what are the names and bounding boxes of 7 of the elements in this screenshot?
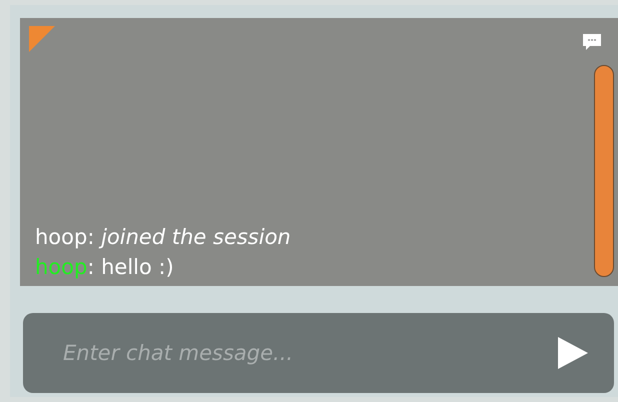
corner-icon: [29, 26, 55, 52]
chat-input-field[interactable]: Enter chat message...: [23, 313, 614, 393]
chat-bubble-icon[interactable]: [582, 32, 602, 52]
scrollbar-thumb[interactable]: [594, 65, 614, 277]
send-icon[interactable]: [558, 337, 588, 369]
chat-message: hoop: joined the session: [35, 224, 292, 251]
chat-message: hoop: hello :): [35, 254, 175, 281]
